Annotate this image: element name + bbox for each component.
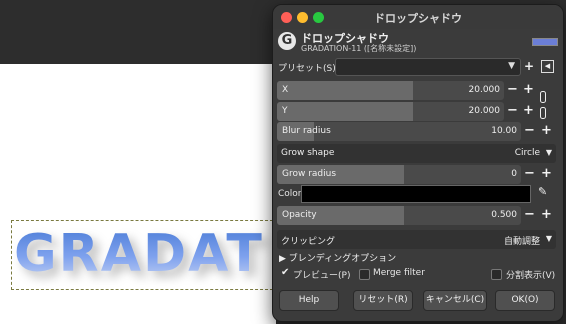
shadow-color-swatch[interactable] bbox=[301, 185, 531, 203]
split-view-checkbox[interactable] bbox=[491, 269, 502, 280]
color-label: Color bbox=[278, 189, 302, 199]
chevron-down-icon: ▼ bbox=[545, 234, 552, 243]
opacity-value: 0.500 bbox=[491, 210, 517, 220]
x-offset-spin[interactable]: X 20.000 bbox=[277, 81, 504, 100]
x-increase-button[interactable]: + bbox=[523, 83, 534, 97]
opacity-label: Opacity bbox=[282, 210, 317, 220]
gegl-logo-icon: G bbox=[278, 32, 296, 50]
image-subtitle: GRADATION-11 ([名称未設定]) bbox=[301, 44, 417, 53]
y-fill bbox=[277, 102, 414, 121]
chain-link-icon[interactable] bbox=[540, 91, 546, 119]
cancel-button[interactable]: キャンセル(C) bbox=[423, 290, 487, 311]
x-decrease-button[interactable]: − bbox=[507, 83, 518, 97]
color-picker-icon[interactable]: ✎ bbox=[538, 185, 547, 198]
reset-button[interactable]: リセット(R) bbox=[353, 290, 413, 311]
x-label: X bbox=[282, 85, 289, 95]
image-thumbnail bbox=[532, 38, 558, 46]
blur-decrease-button[interactable]: − bbox=[524, 124, 535, 138]
blur-increase-button[interactable]: + bbox=[541, 124, 552, 138]
split-view-label: 分割表示(V) bbox=[506, 271, 556, 281]
x-value: 20.000 bbox=[468, 85, 501, 95]
blur-value: 10.00 bbox=[491, 126, 517, 136]
drop-shadow-dialog: ドロップシャドウ G ドロップシャドウ GRADATION-11 ([名称未設定… bbox=[272, 4, 564, 322]
canvas-text-layer: GRADAT bbox=[14, 224, 264, 284]
preview-label: プレビュー(P) bbox=[293, 271, 351, 281]
chevron-right-icon: ▶ bbox=[279, 254, 289, 264]
y-offset-spin[interactable]: Y 20.000 bbox=[277, 102, 504, 121]
grow-radius-increase-button[interactable]: + bbox=[541, 167, 552, 181]
ok-button[interactable]: OK(O) bbox=[495, 290, 555, 311]
x-fill bbox=[277, 81, 414, 100]
clipping-combo[interactable]: クリッピング 自動調整 ▼ bbox=[277, 230, 556, 249]
y-label: Y bbox=[282, 106, 288, 116]
opacity-increase-button[interactable]: + bbox=[541, 208, 552, 222]
blur-label: Blur radius bbox=[282, 126, 331, 136]
dialog-title: ドロップシャドウ bbox=[374, 12, 462, 25]
opacity-decrease-button[interactable]: − bbox=[524, 208, 535, 222]
preset-menu-icon[interactable]: ◀ bbox=[541, 60, 554, 73]
y-decrease-button[interactable]: − bbox=[507, 104, 518, 118]
clipping-value: 自動調整 bbox=[503, 237, 540, 247]
blending-options-label: ブレンディングオプション bbox=[288, 254, 397, 264]
grow-radius-value: 0 bbox=[511, 169, 517, 179]
grow-radius-spin[interactable]: Grow radius 0 bbox=[277, 165, 521, 184]
add-preset-icon[interactable]: + bbox=[524, 59, 534, 73]
grow-shape-combo[interactable]: Grow shape Circle ▼ bbox=[277, 144, 556, 163]
y-value: 20.000 bbox=[468, 106, 501, 116]
opacity-spin[interactable]: Opacity 0.500 bbox=[277, 206, 521, 225]
grow-shape-label: Grow shape bbox=[281, 148, 335, 158]
chevron-down-icon: ▼ bbox=[508, 61, 515, 71]
blending-options-expander[interactable]: ▶ ブレンディングオプション bbox=[279, 251, 396, 264]
preview-checkbox[interactable]: ✔ bbox=[281, 267, 289, 278]
grow-shape-value: Circle bbox=[514, 148, 540, 158]
y-increase-button[interactable]: + bbox=[523, 104, 534, 118]
preset-label: プリセット(S): bbox=[278, 64, 339, 74]
grow-radius-decrease-button[interactable]: − bbox=[524, 167, 535, 181]
merge-filter-checkbox[interactable] bbox=[359, 269, 370, 280]
chevron-down-icon: ▼ bbox=[545, 148, 552, 157]
help-button[interactable]: Help bbox=[279, 290, 339, 311]
dialog-titlebar[interactable]: ドロップシャドウ bbox=[273, 5, 563, 29]
grow-radius-label: Grow radius bbox=[282, 169, 337, 179]
preset-combo[interactable]: ▼ bbox=[335, 58, 521, 76]
merge-filter-label: Merge filter bbox=[373, 268, 425, 278]
blur-radius-spin[interactable]: Blur radius 10.00 bbox=[277, 122, 521, 141]
clipping-label: クリッピング bbox=[281, 237, 336, 247]
